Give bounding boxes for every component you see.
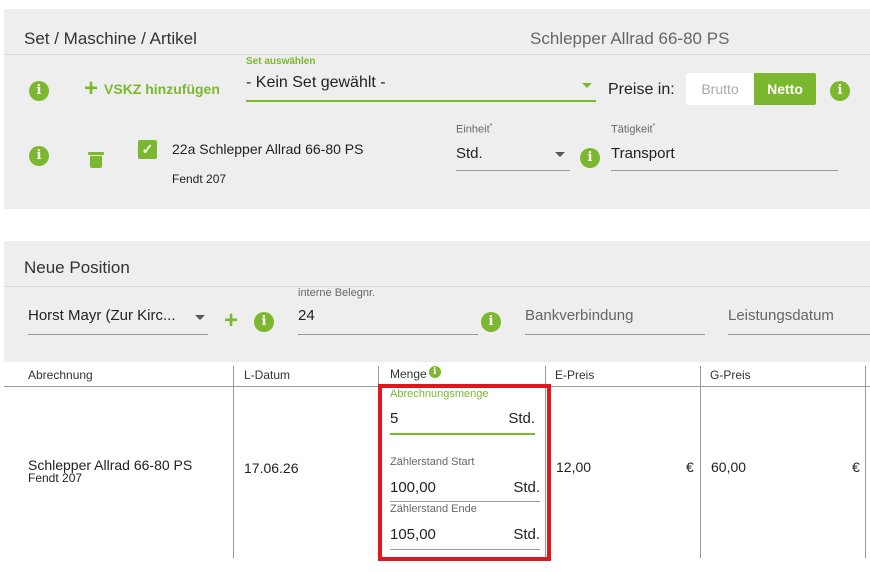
customer-value: Horst Mayr (Zur Kirc... [28, 307, 176, 324]
unit-value: Std. [456, 145, 483, 162]
info-icon[interactable]: i [428, 366, 441, 378]
unit-label: Einheit [456, 123, 490, 136]
chevron-down-icon [582, 83, 592, 88]
unit-price-value: 12,00 [556, 459, 592, 475]
price-mode-toggle[interactable]: Brutto Netto [686, 73, 816, 105]
total-price-currency: € [852, 459, 860, 475]
unit-price-currency: € [686, 459, 694, 475]
add-customer-plus-icon[interactable]: + [224, 309, 238, 333]
unit-select[interactable]: Einheit* Std. [456, 121, 570, 171]
bank-placeholder: Bankverbindung [525, 307, 634, 324]
add-vskz-button[interactable]: + VSKZ hinzufügen [84, 75, 220, 102]
service-date-placeholder: Leistungsdatum [728, 307, 834, 324]
row-subtitle: Fendt 207 [28, 471, 83, 485]
info-icon[interactable]: i [580, 148, 600, 168]
column-separator [865, 366, 866, 558]
required-mark: * [652, 123, 656, 130]
activity-value: Transport [611, 145, 675, 162]
quantity-header-label: Menge [390, 367, 427, 381]
info-icon[interactable]: i [254, 312, 274, 332]
prices-label: Preise in: [608, 81, 675, 98]
set-select-label: Set auswählen [246, 56, 316, 67]
internal-number-field[interactable]: interne Belegnr. 24 [298, 287, 478, 335]
set-select-value: - Kein Set gewählt - [246, 74, 386, 91]
column-separator [700, 366, 701, 558]
row-date: 17.06.26 [244, 460, 299, 476]
column-separator [233, 366, 234, 558]
column-header-unit-price: E-Preis [555, 368, 595, 382]
set-select-underline [246, 100, 596, 102]
chevron-down-icon [555, 152, 565, 157]
service-date-field[interactable]: Leistungsdatum [728, 301, 870, 335]
set-machine-article-panel: Set / Maschine / Artikel Schlepper Allra… [4, 9, 870, 209]
info-icon[interactable]: i [29, 81, 49, 101]
set-select[interactable]: Set auswählen - Kein Set gewählt - [246, 54, 596, 102]
total-price-value: 60,00 [711, 459, 747, 475]
item-name: 22a Schlepper Allrad 66-80 PS [172, 141, 364, 157]
info-icon[interactable]: i [29, 146, 49, 166]
netto-option[interactable]: Netto [754, 73, 816, 105]
column-header-date: L-Datum [244, 368, 291, 382]
required-mark: * [489, 123, 493, 130]
customer-underline [28, 334, 208, 335]
positions-table: Abrechnung L-Datum Menge i E-Preis G-Prei… [4, 362, 870, 572]
column-header-total-price: G-Preis [710, 368, 751, 382]
service-date-underline [728, 334, 870, 335]
panel-title: Set / Maschine / Artikel [24, 29, 197, 48]
internal-number-label: interne Belegnr. [298, 287, 376, 299]
bank-field[interactable]: Bankverbindung [525, 301, 705, 335]
column-header-billing: Abrechnung [28, 368, 93, 382]
item-checkbox[interactable]: ✓ [138, 140, 157, 159]
trash-icon[interactable] [88, 152, 104, 168]
panel-title: Neue Position [24, 258, 130, 277]
bank-underline [525, 334, 705, 335]
internal-number-underline [298, 334, 478, 335]
add-vskz-label: VSKZ hinzufügen [104, 81, 220, 97]
customer-select[interactable]: Horst Mayr (Zur Kirc... [28, 301, 208, 335]
panel-subtitle: Schlepper Allrad 66-80 PS [530, 29, 730, 48]
info-icon[interactable]: i [830, 81, 850, 101]
brutto-option[interactable]: Brutto [686, 73, 754, 105]
highlight-box [378, 384, 551, 561]
item-brand: Fendt 207 [172, 172, 227, 186]
chevron-down-icon [195, 315, 205, 320]
unit-underline [456, 170, 570, 171]
plus-icon: + [84, 75, 99, 102]
info-icon[interactable]: i [481, 312, 501, 332]
activity-underline [611, 170, 838, 171]
column-header-quantity: Menge i [390, 366, 441, 381]
activity-field[interactable]: Tätigkeit* Transport [611, 121, 838, 171]
internal-number-value: 24 [298, 307, 315, 324]
activity-label: Tätigkeit [611, 123, 653, 136]
